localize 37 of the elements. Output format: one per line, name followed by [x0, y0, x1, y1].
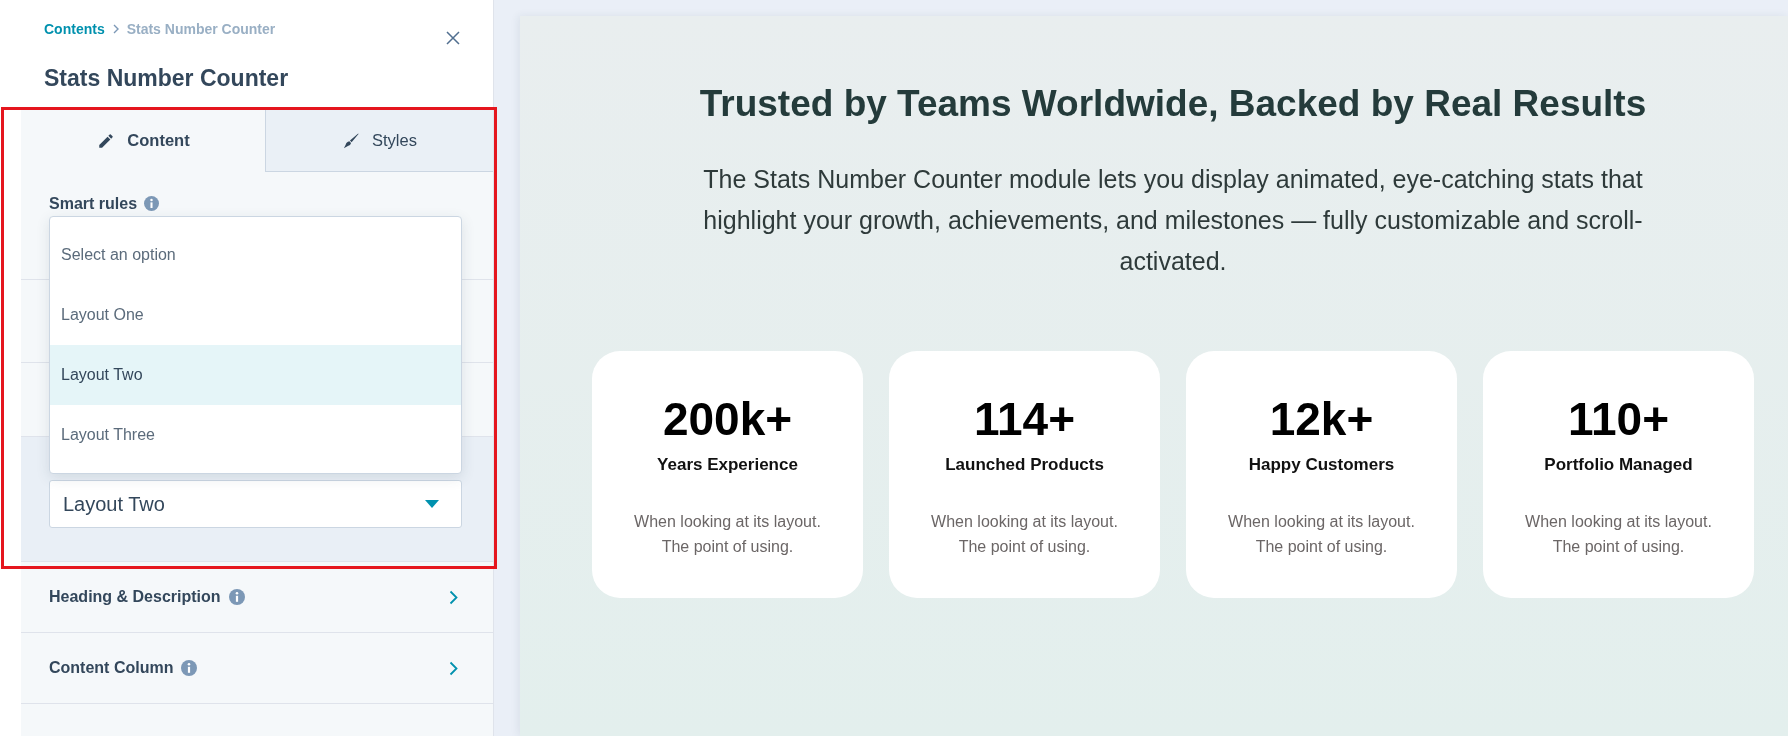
stat-number: 110+	[1566, 394, 1671, 444]
accordion-header[interactable]: Heading & Description	[21, 562, 493, 633]
field-label: Smart rules	[49, 194, 138, 214]
brush-icon	[342, 131, 361, 150]
breadcrumb-link[interactable]: Contents	[44, 20, 105, 38]
accordion-header[interactable]: Content Column	[21, 633, 493, 704]
chevron-right-icon	[449, 589, 458, 605]
breadcrumb-current: Stats Number Counter	[126, 20, 276, 38]
dropdown-option[interactable]: Layout Three	[50, 405, 461, 465]
tab[interactable]: Styles	[265, 110, 493, 172]
breadcrumb-chevron-icon	[112, 24, 119, 34]
section-heading: Trusted by Teams Worldwide, Backed by Real Results	[698, 83, 1648, 124]
stat-description: When looking at its layout. The point of using.	[1524, 512, 1713, 557]
close-button[interactable]	[446, 31, 460, 45]
section-description: The Stats Number Counter module lets you display animated, eye-catching stats that highlight your growth, achievements, and milestones — fully customizable and scroll-activated.	[702, 164, 1644, 277]
stat-number: 200k+	[661, 394, 794, 444]
stat-label: Portfolio Managed	[1543, 454, 1694, 476]
stat-label: Happy Customers	[1247, 454, 1396, 476]
chevron-right-icon	[449, 660, 458, 676]
stat-description: When looking at its layout. The point of using.	[930, 512, 1119, 557]
stat-number: 114+	[972, 394, 1077, 444]
panel-title: Stats Number Counter	[44, 64, 290, 92]
info-icon	[144, 196, 160, 211]
caret-down-icon	[425, 500, 439, 508]
stat-description: When looking at its layout. The point of using.	[1227, 512, 1416, 557]
info-icon	[181, 660, 198, 676]
stat-label: Launched Products	[944, 454, 1105, 476]
stat-number: 12k+	[1268, 394, 1375, 444]
stat-label: Years Experience	[656, 454, 799, 476]
stat-description: When looking at its layout. The point of using.	[633, 512, 822, 557]
info-icon	[228, 589, 245, 605]
close-icon	[446, 31, 460, 45]
pencil-icon	[97, 131, 116, 150]
dropdown-option[interactable]: Layout One	[50, 285, 461, 345]
dropdown-option[interactable]: Select an option	[50, 225, 461, 285]
layout-select[interactable]: Layout Two	[49, 480, 462, 528]
dropdown-option[interactable]: Layout Two	[50, 345, 461, 405]
